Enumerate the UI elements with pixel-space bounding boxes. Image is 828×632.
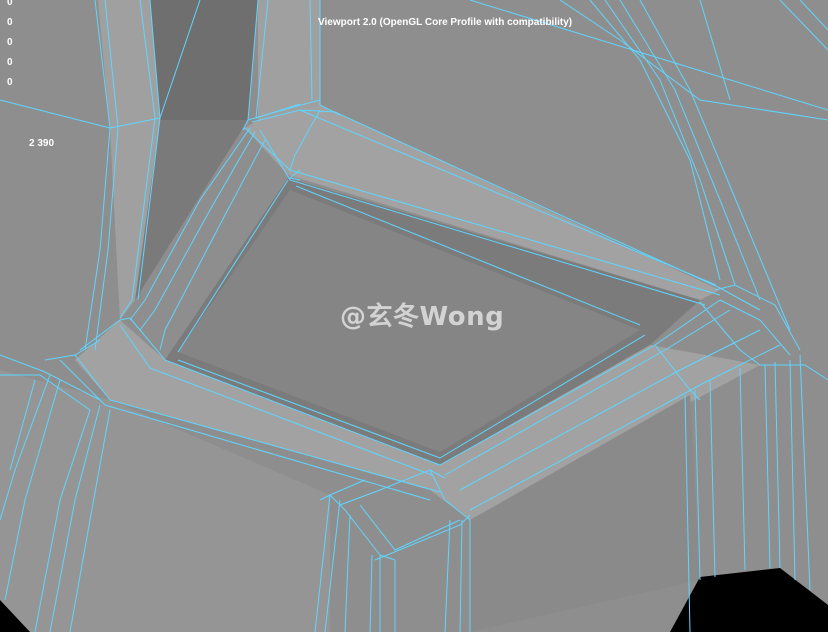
stat-value: 0 — [7, 57, 13, 68]
stat-value: 0 — [7, 17, 13, 28]
renderer-label: Viewport 2.0 (OpenGL Core Profile with c… — [318, 17, 573, 28]
heads-up-stats: 0 0 0 0 0 — [7, 0, 13, 93]
maya-viewport[interactable]: Viewport 2.0 (OpenGL Core Profile with c… — [0, 0, 828, 632]
stat-value: 0 — [7, 0, 13, 8]
stat-value: 0 — [7, 77, 13, 88]
stat-value: 0 — [7, 37, 13, 48]
poly-count: 2 390 — [29, 138, 55, 149]
watermark: @玄冬Wong — [340, 302, 505, 332]
